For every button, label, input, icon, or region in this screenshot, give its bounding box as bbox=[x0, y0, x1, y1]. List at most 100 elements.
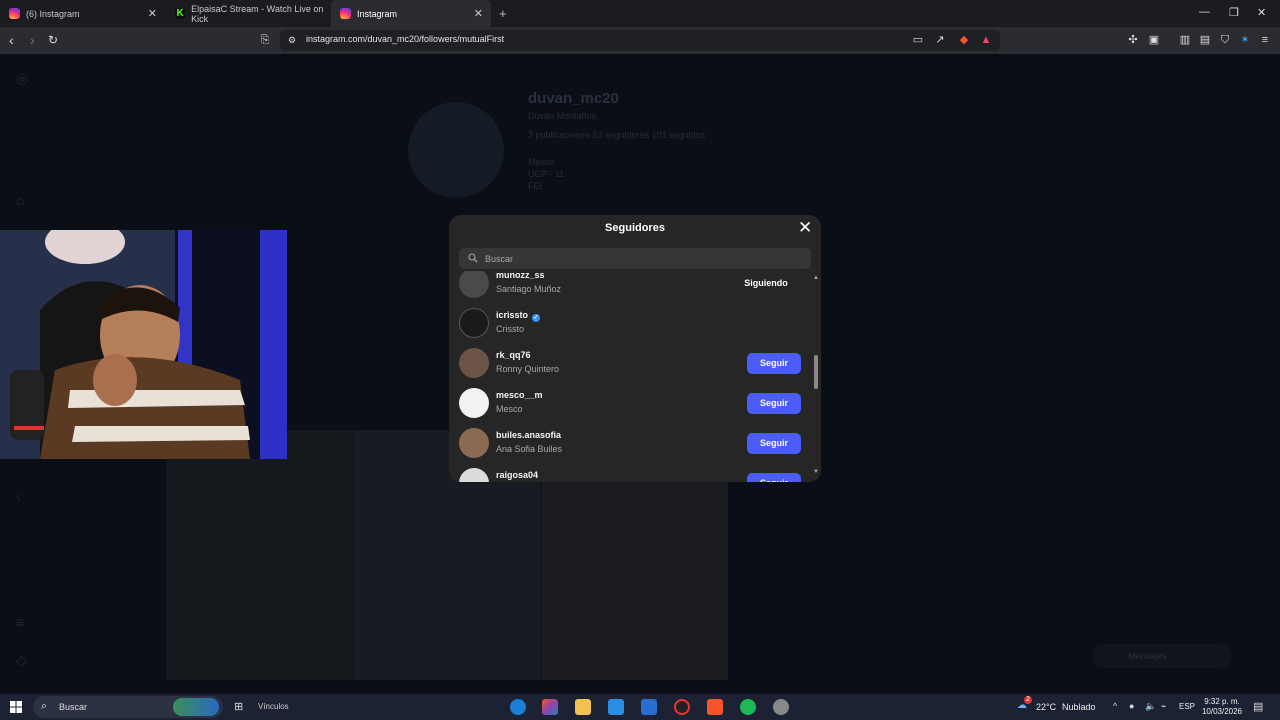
brave-icon[interactable] bbox=[707, 699, 723, 715]
reload-icon[interactable]: ↻ bbox=[48, 33, 58, 47]
tab-instagram-active[interactable]: Instagram ✕ bbox=[331, 0, 491, 27]
post-thumbnail[interactable] bbox=[166, 430, 352, 680]
avatar[interactable] bbox=[459, 428, 489, 458]
language-indicator[interactable]: ESP bbox=[1179, 702, 1195, 711]
follow-button[interactable]: Seguir bbox=[747, 353, 801, 374]
search-box[interactable] bbox=[459, 248, 811, 269]
taskbar-search-label: Buscar bbox=[59, 702, 88, 712]
address-bar[interactable]: ⚙ instagram.com/duvan_mc20/followers/mut… bbox=[280, 30, 1000, 51]
close-window-icon[interactable]: ✕ bbox=[1257, 6, 1266, 19]
weather-description[interactable]: Nublado bbox=[1062, 702, 1096, 712]
tab-kick[interactable]: K ElpaisaC Stream - Watch Live on Kick bbox=[166, 0, 331, 27]
search-input[interactable] bbox=[485, 248, 805, 269]
taskbar-search[interactable]: ⌕ Buscar bbox=[33, 696, 223, 718]
follow-button[interactable]: Seguir bbox=[747, 433, 801, 454]
avatar[interactable] bbox=[459, 271, 489, 298]
follow-button[interactable]: Seguir bbox=[747, 473, 801, 482]
list-item[interactable]: munozz_ss Santiago Muñoz Siguiendo bbox=[449, 271, 809, 303]
kick-icon: K bbox=[175, 8, 186, 19]
store-icon[interactable] bbox=[608, 699, 624, 715]
following-button[interactable]: Siguiendo bbox=[733, 273, 799, 294]
follower-username[interactable]: icrissto bbox=[496, 310, 528, 320]
follower-username[interactable]: munozz_ss bbox=[496, 271, 545, 280]
back-icon[interactable]: ‹ bbox=[9, 32, 14, 48]
messages-label: Mensajes bbox=[1128, 651, 1167, 661]
list-item[interactable]: icrissto ✓ Crissto bbox=[449, 303, 809, 343]
list-item[interactable]: builes.anasofia Ana Sofia Builes Seguir bbox=[449, 423, 809, 463]
sidebar-icon[interactable]: ▥ bbox=[1179, 34, 1191, 46]
windows-start-icon[interactable] bbox=[10, 701, 22, 713]
notification-badge: 2 bbox=[1024, 696, 1032, 704]
notifications-icon[interactable]: ▤ bbox=[1253, 700, 1263, 713]
copilot-icon[interactable] bbox=[542, 699, 558, 715]
minimize-icon[interactable]: — bbox=[1199, 6, 1210, 18]
list-item[interactable]: mesco__m Mesco Seguir bbox=[449, 383, 809, 423]
network-icon[interactable]: ⌁ bbox=[1161, 701, 1166, 712]
volume-icon[interactable]: 🔈 bbox=[1145, 701, 1156, 712]
meta-icon[interactable]: ◇ bbox=[16, 652, 32, 668]
follower-username-line[interactable]: icrissto ✓ bbox=[496, 310, 541, 322]
tray-app-icon[interactable]: ● bbox=[1129, 701, 1134, 711]
scrollbar-thumb[interactable] bbox=[814, 355, 818, 389]
extensions-icon[interactable]: ✣ bbox=[1127, 34, 1139, 46]
close-tab-icon[interactable]: ✕ bbox=[474, 7, 483, 20]
site-info-icon[interactable]: ⚙ bbox=[286, 34, 298, 46]
follower-username[interactable]: raigosa04 bbox=[496, 470, 538, 480]
bookmark-icon[interactable]: ⎘ bbox=[259, 34, 271, 46]
url-text[interactable]: instagram.com/duvan_mc20/followers/mutua… bbox=[306, 34, 504, 44]
links-toolbar-label[interactable]: Vínculos bbox=[258, 702, 289, 711]
restore-icon[interactable]: ❐ bbox=[1229, 6, 1239, 19]
forward-icon[interactable]: › bbox=[30, 32, 35, 48]
menu-icon[interactable]: ≡ bbox=[1259, 34, 1271, 46]
new-tab-button[interactable]: + bbox=[499, 6, 507, 21]
weather-temperature[interactable]: 22°C bbox=[1036, 702, 1056, 712]
browser-tab-strip: (6) Instagram ✕ K ElpaisaC Stream - Watc… bbox=[0, 0, 1280, 27]
avatar[interactable] bbox=[459, 308, 489, 338]
instagram-logo-icon[interactable]: ◎ bbox=[16, 70, 32, 86]
search-icon: ⌕ bbox=[41, 700, 48, 712]
follower-username[interactable]: rk_qq76 bbox=[496, 350, 531, 360]
follower-username[interactable]: builes.anasofia bbox=[496, 430, 561, 440]
avatar[interactable] bbox=[459, 388, 489, 418]
obs-icon[interactable] bbox=[674, 699, 690, 715]
wallet-icon[interactable]: ▤ bbox=[1199, 34, 1211, 46]
instagram-icon bbox=[9, 8, 20, 19]
back-arrow-icon[interactable]: ‹ bbox=[16, 488, 32, 504]
home-icon[interactable]: ⌂ bbox=[16, 192, 32, 208]
search-highlight-image bbox=[173, 698, 219, 716]
list-item[interactable]: rk_qq76 Ronny Quintero Seguir bbox=[449, 343, 809, 383]
spotify-icon[interactable] bbox=[740, 699, 756, 715]
follow-button[interactable]: Seguir bbox=[747, 393, 801, 414]
clock-date[interactable]: 10/03/2026 bbox=[1200, 707, 1244, 716]
tab-instagram-1[interactable]: (6) Instagram ✕ bbox=[0, 0, 165, 27]
edge-icon[interactable] bbox=[510, 699, 526, 715]
scrollbar[interactable]: ▲ ▼ bbox=[813, 275, 819, 475]
app-extension-icon[interactable]: ✶ bbox=[1239, 34, 1251, 46]
file-explorer-icon[interactable] bbox=[575, 699, 591, 715]
follower-fullname: Ana Sofia Builes bbox=[496, 444, 563, 454]
profile-avatar[interactable] bbox=[408, 102, 504, 198]
avatar[interactable] bbox=[459, 348, 489, 378]
app-icon[interactable] bbox=[773, 699, 789, 715]
vpn-icon[interactable]: ⛉ bbox=[1219, 34, 1231, 46]
scroll-up-icon[interactable]: ▲ bbox=[813, 275, 819, 281]
chevron-up-icon[interactable]: ^ bbox=[1113, 701, 1117, 711]
mail-icon[interactable] bbox=[641, 699, 657, 715]
screenshot-icon[interactable]: ▣ bbox=[1148, 34, 1160, 46]
follower-username[interactable]: mesco__m bbox=[496, 390, 543, 400]
close-tab-icon[interactable]: ✕ bbox=[148, 7, 157, 20]
tab-title: Instagram bbox=[357, 8, 398, 19]
clock-time[interactable]: 9:32 p. m. bbox=[1202, 697, 1242, 706]
brave-rewards-icon[interactable]: ▲ bbox=[980, 34, 992, 46]
avatar[interactable] bbox=[459, 468, 489, 482]
task-view-icon[interactable]: ⊞ bbox=[234, 700, 243, 713]
scroll-down-icon[interactable]: ▼ bbox=[813, 469, 819, 475]
cast-icon[interactable]: ▭ bbox=[912, 34, 924, 46]
list-item[interactable]: raigosa04 Seguir bbox=[449, 463, 809, 482]
messages-button[interactable]: Mensajes bbox=[1092, 644, 1232, 668]
brave-shield-icon[interactable]: ◆ bbox=[958, 34, 970, 46]
more-menu-icon[interactable]: ≡ bbox=[16, 614, 32, 630]
profile-fullname: Duvan Montaños bbox=[528, 111, 597, 121]
share-icon[interactable]: ↗ bbox=[934, 34, 946, 46]
close-icon[interactable]: ✕ bbox=[798, 218, 812, 238]
